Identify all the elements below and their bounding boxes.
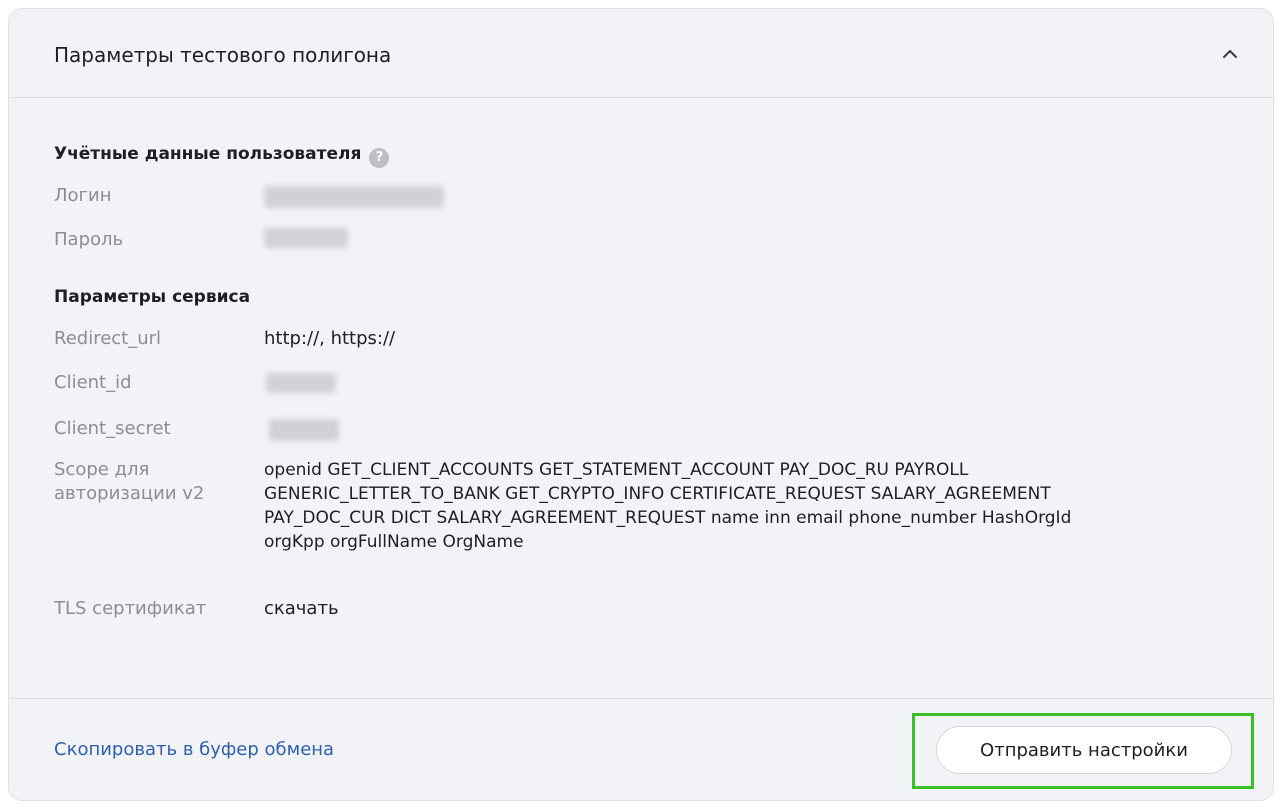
client-id-value-redacted	[266, 373, 336, 393]
chevron-up-icon	[1223, 50, 1237, 58]
copy-to-clipboard-link[interactable]: Скопировать в буфер обмена	[54, 738, 334, 762]
panel-footer: Скопировать в буфер обмена Отправить нас…	[9, 698, 1273, 800]
test-environment-panel: Параметры тестового полигона Учётные дан…	[8, 8, 1274, 801]
login-label: Логин	[54, 185, 112, 206]
panel-header[interactable]: Параметры тестового полигона	[9, 9, 1273, 98]
tls-label: TLS сертификат	[54, 598, 207, 619]
credentials-section-title: Учётные данные пользователя?	[54, 143, 390, 168]
tls-download-link[interactable]: скачать	[264, 597, 1234, 621]
scope-value: openid GET_CLIENT_ACCOUNTS GET_STATEMENT…	[264, 460, 1072, 552]
scope-label: Scope для авторизации v2	[54, 459, 205, 504]
credentials-title-text: Учётные данные пользователя	[54, 144, 362, 164]
redirect-url-value: http://, https://	[264, 328, 396, 349]
service-section-title: Параметры сервиса	[54, 287, 251, 307]
client-secret-label: Client_secret	[54, 418, 171, 439]
send-settings-button[interactable]: Отправить настройки	[936, 726, 1232, 774]
client-id-label: Client_id	[54, 372, 132, 393]
password-label: Пароль	[54, 229, 124, 250]
login-value-redacted	[264, 186, 444, 208]
client-secret-value-redacted	[269, 419, 339, 441]
password-value-redacted	[264, 228, 348, 248]
question-icon[interactable]: ?	[369, 148, 390, 168]
collapse-button[interactable]	[1215, 39, 1245, 69]
redirect-url-label: Redirect_url	[54, 328, 162, 349]
panel-title: Параметры тестового полигона	[54, 43, 392, 67]
